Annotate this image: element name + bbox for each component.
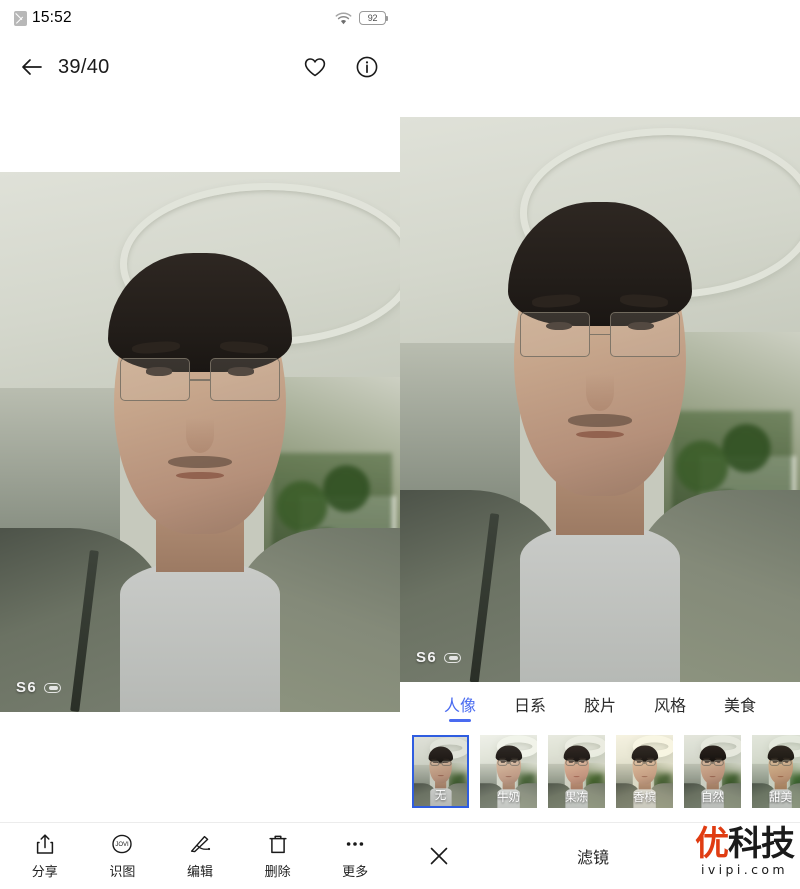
status-bar-left: 15:52	[14, 9, 72, 27]
photo-mouth	[576, 430, 624, 439]
back-arrow-icon[interactable]	[20, 57, 44, 77]
photo-lens-left	[520, 311, 591, 358]
photo-lens-right	[609, 311, 680, 358]
filter-label: 牛奶	[497, 790, 520, 804]
photo-nose	[186, 417, 214, 453]
watermark-badge-icon	[44, 682, 62, 693]
status-bar: 15:52 92	[0, 0, 400, 36]
tab-food[interactable]: 美食	[724, 692, 756, 722]
svg-text:JOVI: JOVI	[116, 842, 130, 848]
portrait-photo-original: S6	[0, 172, 400, 712]
photo-shirt	[520, 523, 680, 682]
tab-japanese[interactable]: 日系	[514, 692, 546, 722]
filter-thumb-none[interactable]: 无	[412, 735, 469, 808]
edit-pen-icon	[190, 835, 211, 853]
edit-button-label: 编辑	[186, 865, 213, 880]
filter-thumb-jelly[interactable]: 果冻	[548, 735, 605, 808]
photo-glasses	[120, 358, 280, 402]
status-bar-clock: 15:52	[32, 9, 72, 26]
more-button-label: 更多	[342, 865, 369, 880]
photo-glasses-bridge	[190, 379, 210, 381]
filter-label: 自然	[701, 790, 724, 804]
filter-thumb-sweet[interactable]: 甜美	[752, 735, 800, 808]
image-recognition-button[interactable]: JOVI 识图	[89, 832, 155, 880]
photo-counter: 39/40	[58, 55, 110, 78]
site-watermark-logo: 优 科技 ivipi.com	[695, 824, 795, 877]
delete-button-label: 删除	[264, 865, 291, 880]
logo-url: ivipi.com	[700, 862, 789, 877]
editor-photo-preview[interactable]: S6	[400, 117, 800, 682]
photo-moustache	[168, 455, 232, 469]
phone-screenshot-comparison: 15:52 92 39/40 S6 分享 JOVI 识图 编辑 删除 更多 S6…	[0, 0, 800, 889]
watermark-badge-icon	[444, 652, 462, 663]
photo-nose	[586, 374, 614, 411]
logo-brand-rest: 科技	[728, 824, 795, 864]
photo-glasses-bridge	[590, 333, 610, 336]
tab-film[interactable]: 胶片	[584, 692, 616, 722]
viewer-top-actions	[302, 54, 380, 80]
edit-button[interactable]: 编辑	[167, 832, 233, 880]
image-recognition-button-label: 识图	[109, 865, 136, 880]
share-button-label: 分享	[31, 865, 58, 880]
gallery-viewer-pane: 15:52 92 39/40 S6 分享 JOVI 识图 编辑 删除 更多	[0, 0, 400, 889]
editor-bottom-toolbar: 滤镜 优 科技 ivipi.com	[400, 822, 800, 889]
more-button[interactable]: 更多	[322, 832, 388, 880]
photo-shirt	[120, 560, 280, 712]
wifi-icon	[335, 12, 352, 24]
filter-thumb-natural[interactable]: 自然	[684, 735, 741, 808]
tab-portrait[interactable]: 人像	[444, 692, 476, 722]
status-bar-right: 92	[335, 11, 389, 25]
photo-glasses	[520, 311, 680, 358]
watermark-model-text: S6	[16, 679, 38, 696]
logo-brand-first: 优	[695, 824, 729, 864]
portrait-photo-editing: S6	[400, 117, 800, 682]
jovi-image-recognition-icon: JOVI	[112, 834, 133, 854]
editor-mode-label: 滤镜	[577, 848, 610, 867]
trash-icon	[269, 835, 287, 854]
photo-lens-left	[120, 358, 191, 402]
photo-mouth	[176, 471, 224, 480]
filter-label: 果冻	[565, 790, 588, 804]
watermark-model-text: S6	[416, 649, 438, 666]
filter-thumb-champagne[interactable]: 香槟	[616, 735, 673, 808]
battery-level-text: 92	[367, 13, 378, 23]
delete-button[interactable]: 删除	[245, 832, 311, 880]
filter-thumbnail-strip[interactable]: 无 牛奶 果冻 香槟 自然 甜美	[400, 735, 800, 813]
viewer-photo[interactable]: S6	[0, 172, 400, 712]
share-button[interactable]: 分享	[12, 832, 78, 880]
info-icon[interactable]	[354, 54, 380, 80]
filter-label: 甜美	[769, 790, 792, 804]
more-dots-icon	[346, 842, 364, 846]
filter-editor-pane: S6 人像 日系 胶片 风格 美食 无 牛奶 果冻 香槟 自然 甜美 滤镜 优 …	[400, 0, 800, 889]
heart-icon[interactable]	[302, 54, 328, 80]
filter-label: 无	[434, 788, 447, 802]
battery-icon: 92	[359, 11, 389, 25]
photo-lens-right	[209, 358, 280, 402]
photo-moustache	[568, 413, 632, 428]
sim-card-icon	[14, 10, 27, 26]
logo-brand: 优 科技	[695, 824, 795, 864]
viewer-top-nav: 39/40	[0, 44, 400, 90]
filter-thumb-milk[interactable]: 牛奶	[480, 735, 537, 808]
photo-watermark: S6	[16, 679, 62, 696]
share-icon	[36, 834, 53, 854]
close-x-icon[interactable]	[426, 843, 452, 869]
viewer-bottom-toolbar: 分享 JOVI 识图 编辑 删除 更多	[0, 822, 400, 889]
filter-category-tabs: 人像 日系 胶片 风格 美食	[400, 688, 800, 726]
filter-label: 香槟	[633, 790, 656, 804]
tab-style[interactable]: 风格	[654, 692, 686, 722]
photo-watermark: S6	[416, 649, 462, 666]
